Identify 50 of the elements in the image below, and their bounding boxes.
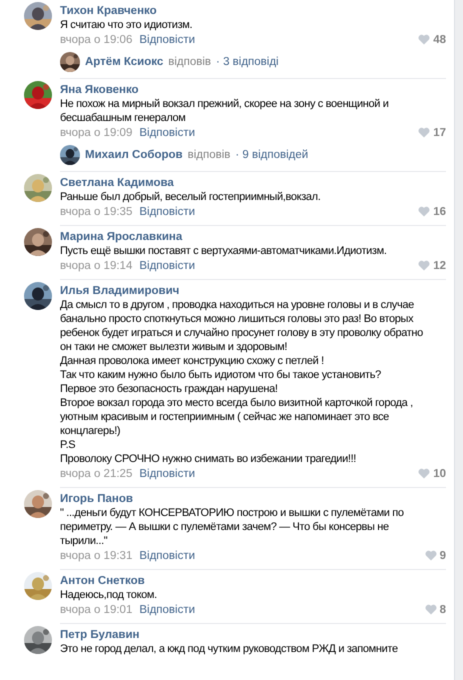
heart-icon[interactable]: [418, 206, 430, 217]
comment-text: " ...деньги будут КОНСЕРВАТОРИЮ построю и вышки с пулемётами по периметру. — А вышки с пулемётами зачем? — Что бы консервы не тырили...": [60, 506, 405, 548]
author-name[interactable]: Илья Владимирович: [60, 284, 446, 298]
heart-icon[interactable]: [424, 604, 437, 615]
comment-time: вчора о 19:31: [60, 550, 132, 562]
reply-count[interactable]: · 3 відповіді: [216, 56, 279, 68]
comment-time: вчора о 19:14: [60, 260, 132, 272]
heart-icon[interactable]: [418, 468, 430, 479]
reply-link[interactable]: Відповісти: [139, 604, 196, 616]
comment-time: вчора о 19:35: [60, 206, 132, 218]
reply-author[interactable]: Михаил Соборов: [85, 149, 183, 161]
reply-verb: відповів: [188, 149, 230, 161]
reply-link[interactable]: Відповісти: [139, 206, 196, 218]
reply-link[interactable]: Відповісти: [139, 468, 196, 480]
comment-text: Раньше был добрый, веселый гостеприимный,вокзал.: [60, 190, 322, 204]
author-name[interactable]: Светлана Кадимова: [60, 176, 446, 190]
comment-text: Это не город делал, а кжд под чутким руководством РЖД и запомните: [60, 642, 399, 656]
comment-text: Не похож на мирный вокзал прежний, скорее на зону с военщиной и бесшабашным генералом: [60, 97, 390, 125]
comment-text: Да смысл то в другом , проводка находиться на уровне головы и в случае банально просто споткнуться можно лишиться головы это раз! Во вторых ребенок будет играться и случайно просунет голову в эту проволку обратно он таки не сможет вылезти живым и здоровым! Данная проволока имеет конструкцию схожу с петлей ! Так что каким нужно было быть идиотом что бы такое установить? Первое это безопасность граждан нарушена! Второе вокзал города это место всегда было визитной карточкой города , уютным красивым и гостеприимным ( сейчас же напоминает это все концлагерь!) P.S Проволоку СРОЧНО нужно снимать во избежании трагедии!!!: [60, 298, 424, 466]
heart-icon[interactable]: [424, 550, 437, 561]
comment-time: вчора о 21:25: [60, 468, 132, 480]
like-count: 8: [440, 604, 446, 616]
reply-author[interactable]: Артём Ксиокс: [85, 56, 164, 68]
heart-icon[interactable]: [418, 260, 430, 271]
author-name[interactable]: Антон Снетков: [60, 574, 446, 588]
reply-count[interactable]: · 9 відповідей: [235, 149, 308, 161]
like-count: 48: [433, 34, 446, 46]
like-count: 17: [433, 126, 446, 138]
like-count: 16: [433, 206, 446, 218]
heart-icon[interactable]: [418, 127, 430, 138]
author-name[interactable]: Марина Ярославкина: [60, 230, 446, 244]
reply-verb: відповів: [168, 56, 212, 68]
reply-link[interactable]: Відповісти: [139, 550, 196, 562]
comment-time: вчора о 19:09: [60, 126, 132, 138]
author-name[interactable]: Яна Яковенко: [60, 83, 446, 97]
comment-text: Я считаю что это идиотизм.: [60, 18, 194, 32]
heart-icon[interactable]: [418, 34, 430, 45]
comment-text: Надеюсь,под током.: [60, 588, 158, 602]
comment-text: Пусть ещё вышки поставят с вертухаями-автоматчиками.Идиотизм.: [60, 244, 388, 258]
author-name[interactable]: Игорь Панов: [60, 492, 446, 506]
reply-link[interactable]: Відповісти: [139, 260, 196, 272]
comment-time: вчора о 19:06: [60, 34, 132, 46]
author-name[interactable]: Тихон Кравченко: [60, 4, 446, 18]
like-count: 10: [433, 468, 446, 480]
author-name[interactable]: Петр Булавин: [60, 628, 446, 642]
like-count: 9: [440, 550, 446, 562]
comment-time: вчора о 19:01: [60, 604, 132, 616]
reply-link[interactable]: Відповісти: [139, 126, 196, 138]
like-count: 12: [433, 260, 446, 272]
reply-link[interactable]: Відповісти: [139, 34, 196, 46]
